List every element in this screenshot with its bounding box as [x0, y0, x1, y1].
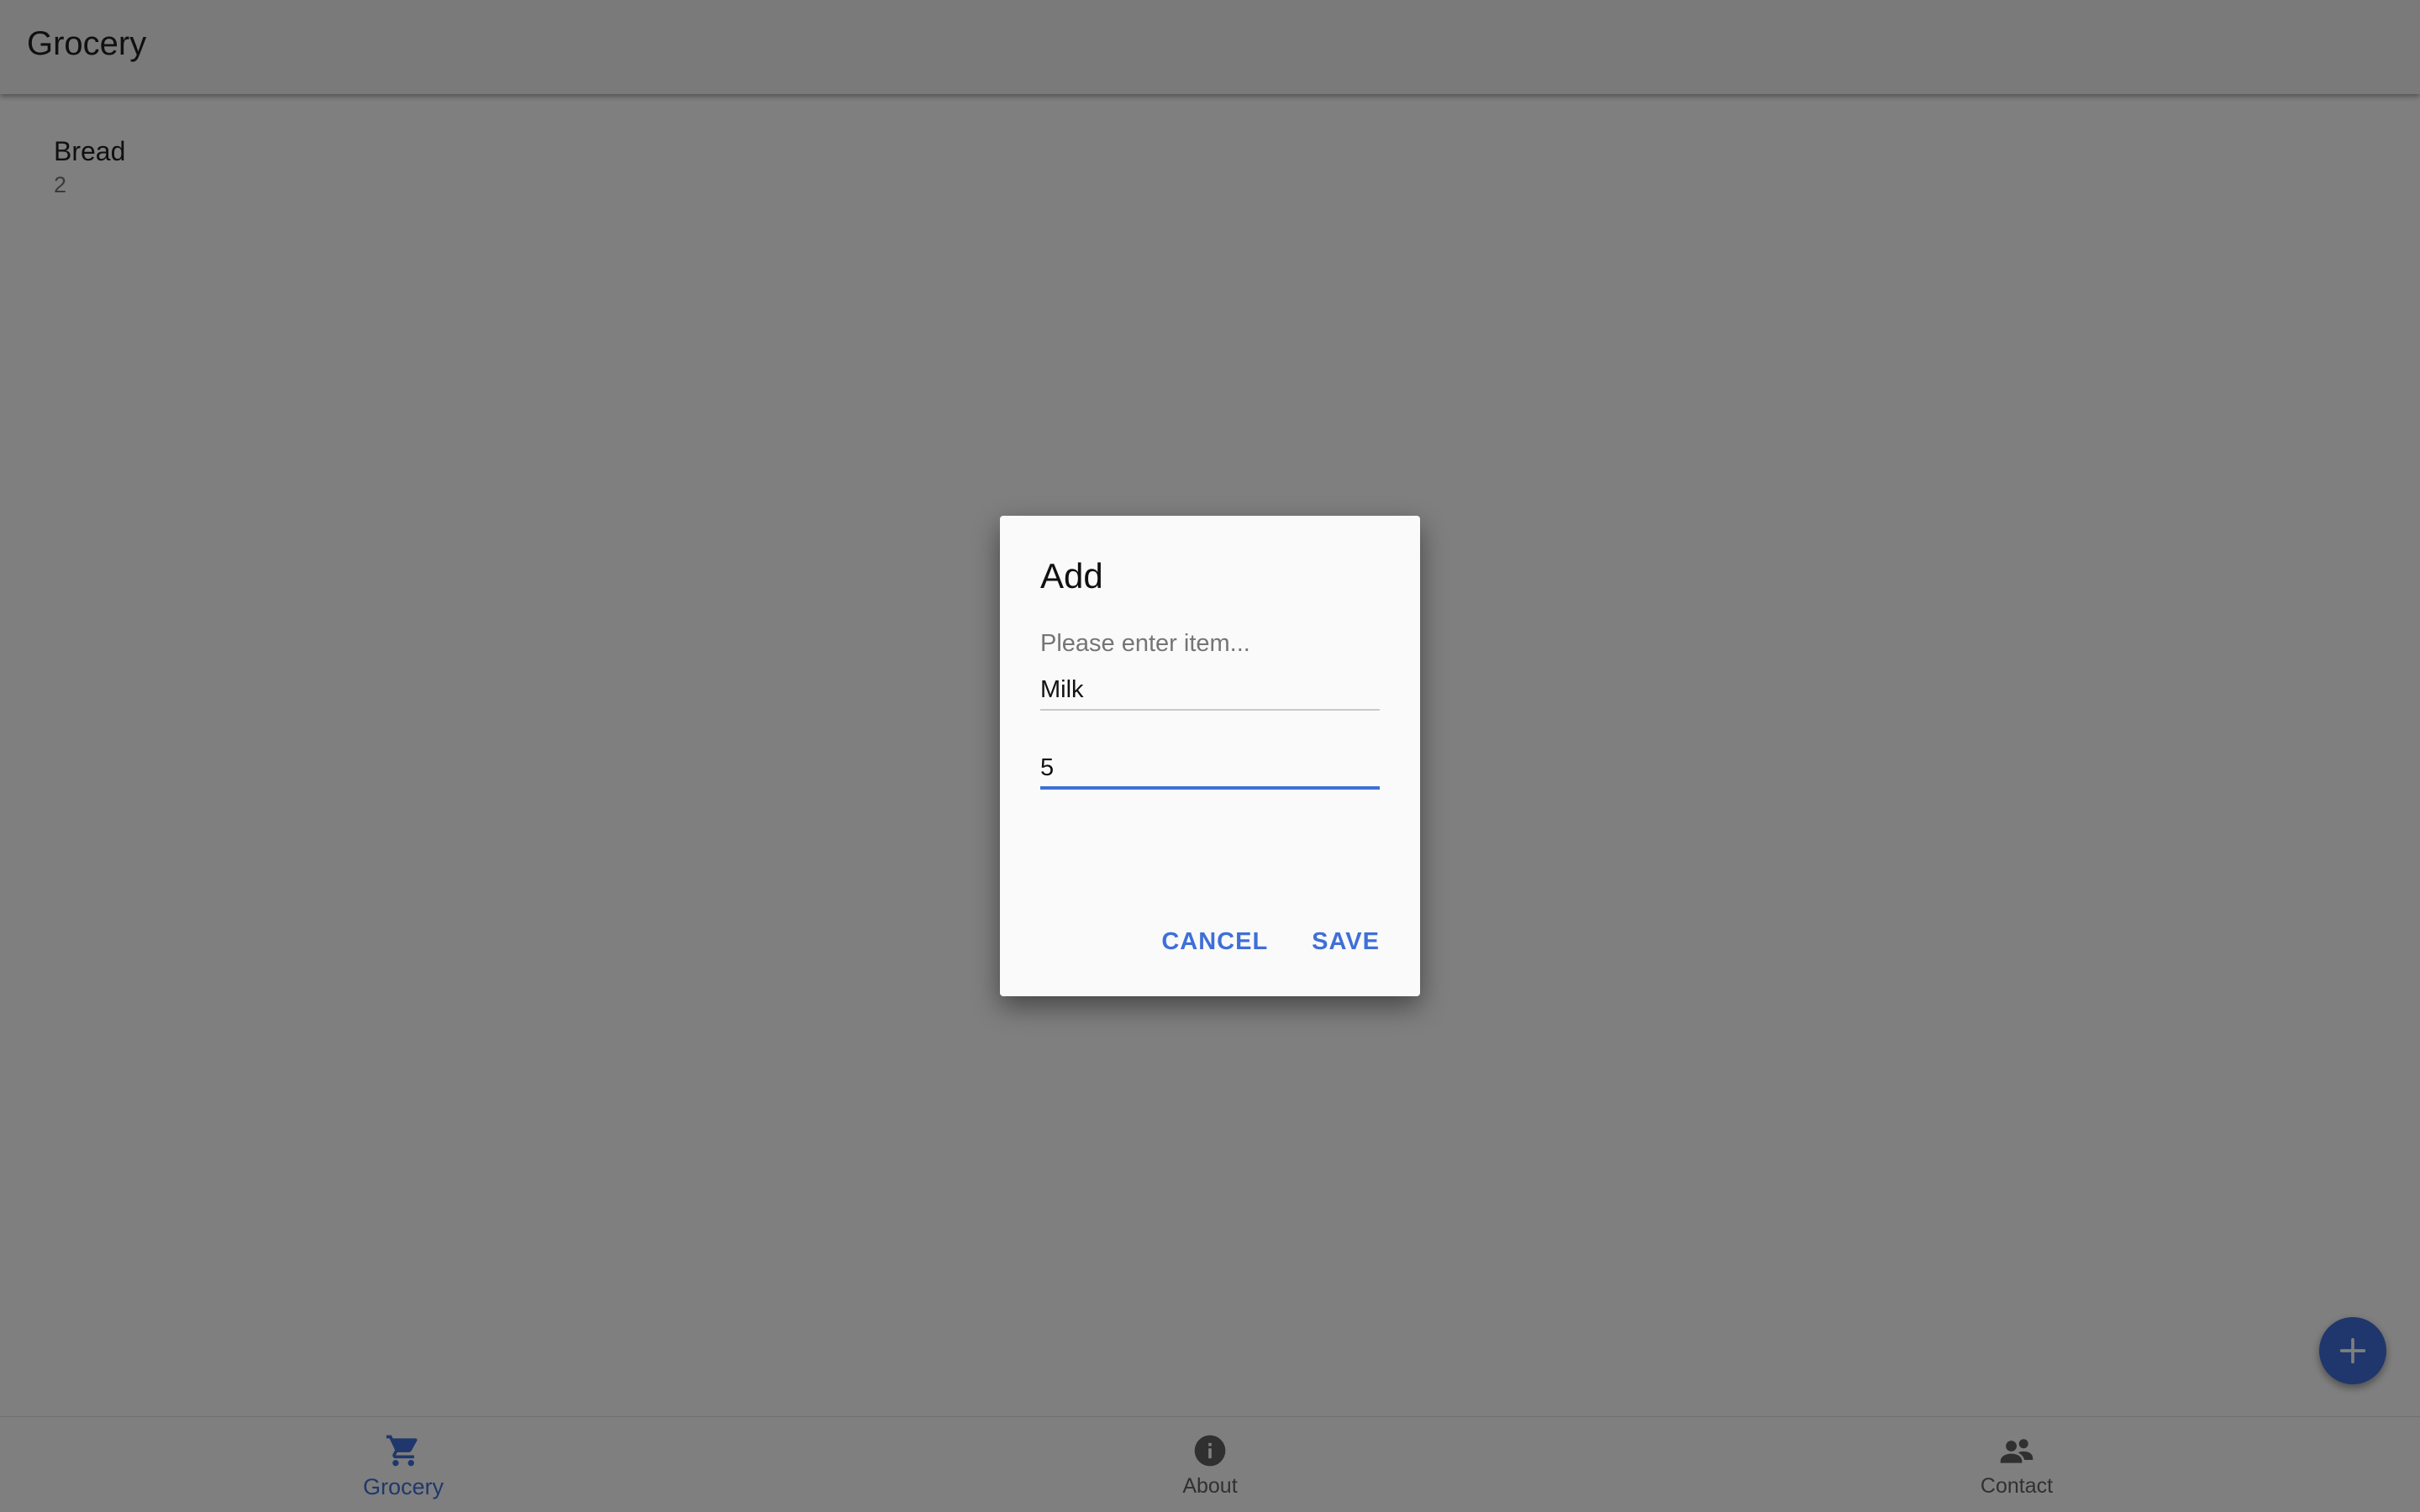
- item-name-field-wrapper: [1040, 660, 1380, 711]
- dialog-title: Add: [1040, 556, 1103, 596]
- item-name-input[interactable]: [1040, 660, 1380, 709]
- dialog-actions: CANCEL SAVE: [1156, 921, 1385, 963]
- add-item-dialog: Add Please enter item... CANCEL SAVE: [1000, 516, 1420, 996]
- cancel-button[interactable]: CANCEL: [1156, 921, 1273, 963]
- item-quantity-input[interactable]: [1040, 739, 1380, 786]
- item-quantity-field-wrapper: [1040, 739, 1380, 790]
- save-button[interactable]: SAVE: [1307, 921, 1385, 963]
- dialog-message: Please enter item...: [1040, 630, 1250, 657]
